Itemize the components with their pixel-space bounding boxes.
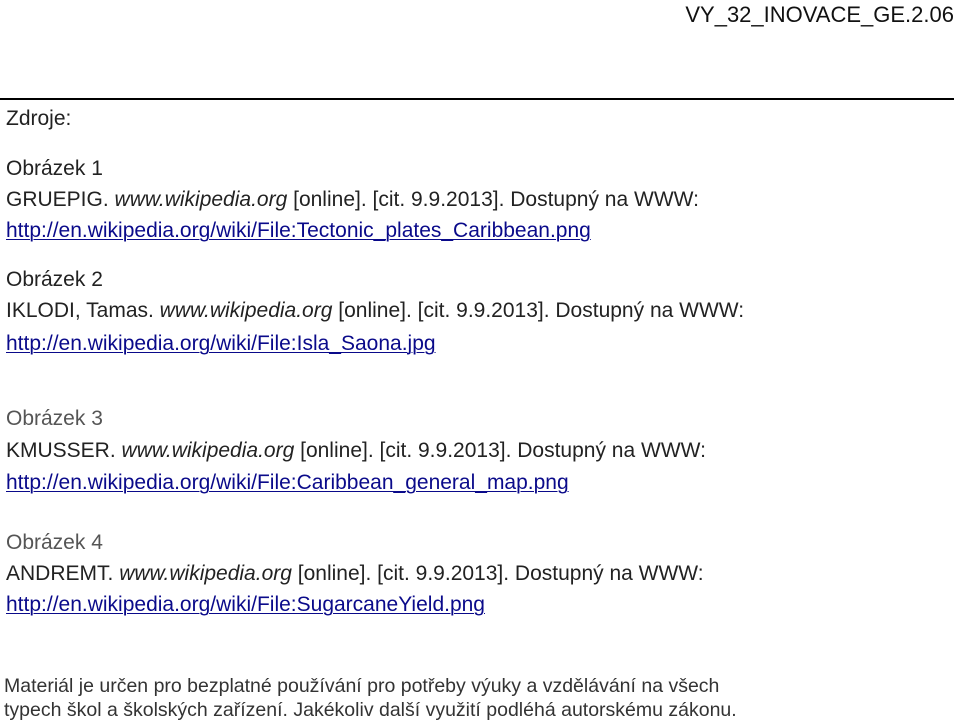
source-4-citation: ANDREMT. www.wikipedia.org [online]. [ci… — [6, 563, 704, 584]
source-1-details: [online]. [cit. 9.9.2013]. Dostupný na W… — [287, 188, 699, 211]
source-2-citation: IKLODI, Tamas. www.wikipedia.org [online… — [6, 300, 744, 321]
source-1-citation: GRUEPIG. www.wikipedia.org [online]. [ci… — [6, 189, 699, 210]
footer-line-1: Materiál je určen pro bezplatné používán… — [4, 675, 720, 697]
source-3-citation: KMUSSER. www.wikipedia.org [online]. [ci… — [6, 440, 706, 461]
source-2-site: www.wikipedia.org — [159, 299, 333, 322]
source-2-details: [online]. [cit. 9.9.2013]. Dostupný na W… — [332, 299, 745, 322]
source-4-link[interactable]: http://en.wikipedia.org/wiki/File:Sugarc… — [6, 594, 485, 615]
source-2-label: Obrázek 2 — [6, 268, 103, 291]
footer-line-2: typech škol a školských zařízení. Jakéko… — [4, 699, 737, 721]
source-1-site: www.wikipedia.org — [114, 188, 288, 211]
source-3-details: [online]. [cit. 9.9.2013]. Dostupný na W… — [294, 439, 706, 462]
header-rule — [0, 98, 954, 100]
source-3-site: www.wikipedia.org — [121, 439, 295, 462]
source-3-author: KMUSSER. — [6, 439, 122, 462]
source-1-label: Obrázek 1 — [6, 157, 103, 180]
document-code: VY_32_INOVACE_GE.2.06 — [685, 2, 954, 27]
source-1-author: GRUEPIG. — [6, 188, 115, 211]
source-2-link[interactable]: http://en.wikipedia.org/wiki/File:Isla_S… — [6, 333, 436, 354]
source-4-site: www.wikipedia.org — [119, 562, 292, 585]
source-3-label: Obrázek 3 — [6, 407, 103, 430]
sources-title: Zdroje: — [6, 107, 72, 130]
source-4-label: Obrázek 4 — [6, 531, 103, 554]
source-4-details: [online]. [cit. 9.9.2013]. Dostupný na W… — [291, 562, 704, 585]
source-1-link[interactable]: http://en.wikipedia.org/wiki/File:Tecton… — [6, 220, 591, 241]
source-2-author: IKLODI, Tamas. — [6, 299, 160, 322]
source-3-link[interactable]: http://en.wikipedia.org/wiki/File:Caribb… — [6, 472, 569, 493]
source-4-author: ANDREMT. — [6, 562, 120, 585]
